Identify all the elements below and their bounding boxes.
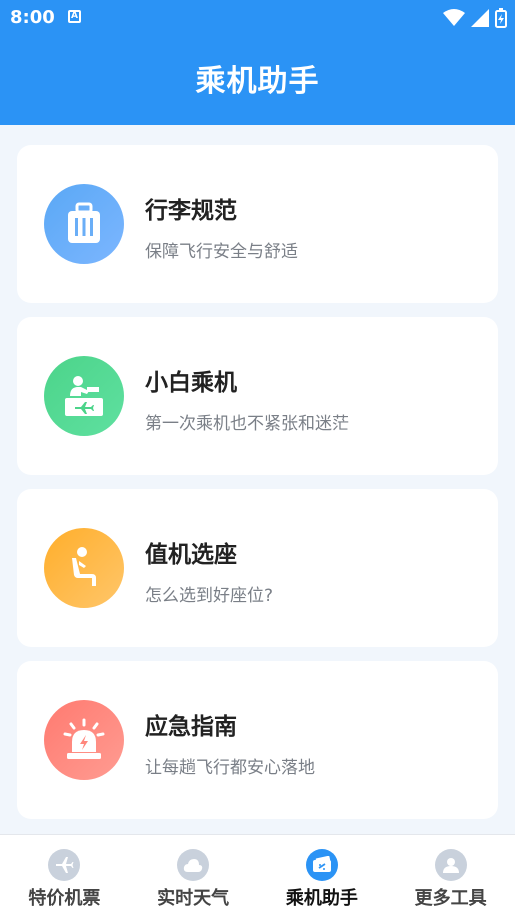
tab-more-tools[interactable]: 更多工具	[386, 835, 515, 918]
user-icon	[434, 849, 467, 881]
card-subtitle: 让每趟飞行都安心落地	[145, 758, 315, 778]
card-subtitle: 保障飞行安全与舒适	[145, 242, 298, 262]
card-first-flight[interactable]: 小白乘机 第一次乘机也不紧张和迷茫	[17, 317, 498, 475]
ticket-icon	[305, 849, 338, 881]
battery-icon	[495, 8, 507, 28]
seat-icon	[44, 528, 124, 608]
bottom-tab-bar: 特价机票 实时天气 乘机助手 更多工具	[0, 834, 515, 918]
tab-label: 实时天气	[157, 888, 230, 909]
signal-icon	[471, 9, 489, 27]
wifi-icon	[443, 9, 465, 26]
page-title: 乘机助手	[195, 64, 320, 99]
card-seat-selection[interactable]: 值机选座 怎么选到好座位?	[17, 489, 498, 647]
notification-a-icon: A	[68, 10, 81, 23]
tab-label: 特价机票	[28, 888, 101, 909]
tab-label: 乘机助手	[285, 888, 358, 909]
luggage-icon	[44, 184, 124, 264]
tab-label: 更多工具	[414, 888, 487, 909]
card-luggage[interactable]: 行李规范 保障飞行安全与舒适	[17, 145, 498, 303]
card-title: 小白乘机	[145, 370, 237, 396]
card-subtitle: 怎么选到好座位?	[145, 586, 274, 606]
card-emergency-guide[interactable]: 应急指南 让每趟飞行都安心落地	[17, 661, 498, 819]
guide-card-list: 行李规范 保障飞行安全与舒适 小白乘机 第一次乘机也不紧张和迷茫 值机选座 怎么…	[17, 145, 498, 833]
check-in-counter-icon	[44, 356, 124, 436]
cloud-icon	[177, 849, 210, 881]
app-header: 乘机助手	[0, 36, 515, 125]
card-subtitle: 第一次乘机也不紧张和迷茫	[145, 414, 349, 434]
card-title: 行李规范	[145, 198, 237, 224]
tab-boarding-assistant[interactable]: 乘机助手	[258, 835, 387, 918]
status-icons	[443, 8, 507, 28]
status-bar: 8:00 A	[0, 0, 515, 36]
plane-icon	[48, 849, 81, 881]
tab-weather[interactable]: 实时天气	[129, 835, 258, 918]
alarm-light-icon	[44, 700, 124, 780]
card-title: 应急指南	[145, 714, 237, 740]
card-title: 值机选座	[145, 542, 237, 568]
status-time: 8:00	[10, 7, 55, 28]
tab-special-flights[interactable]: 特价机票	[0, 835, 129, 918]
